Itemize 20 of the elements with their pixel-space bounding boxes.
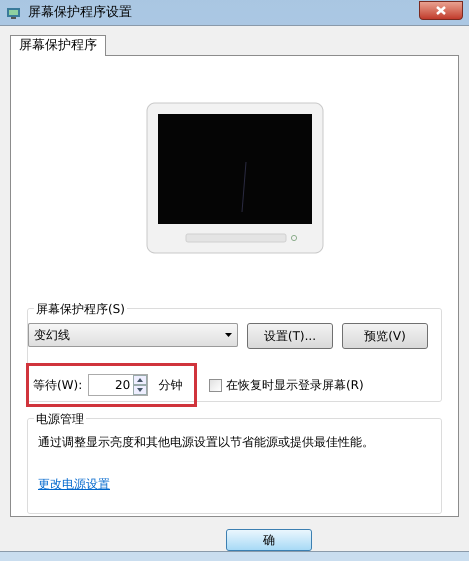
spin-up-icon[interactable] [133, 375, 148, 385]
close-button[interactable] [419, 0, 463, 20]
display-settings-icon [6, 6, 22, 20]
minutes-spinbox[interactable]: 20 [88, 374, 148, 396]
wait-label: 等待(W): [33, 377, 82, 394]
ok-button[interactable]: 确 [226, 529, 312, 551]
tab[interactable]: 屏幕保护程序 [10, 35, 106, 56]
dialog-button[interactable]: 设置(T)... [247, 323, 333, 349]
power-settings-link[interactable]: 更改电源设置 [38, 475, 110, 493]
close-icon [436, 6, 446, 14]
minutes-unit: 分钟 [158, 377, 182, 394]
spin-down-icon[interactable] [133, 385, 148, 395]
checkbox-label: 在恢复时显示登录屏幕(R) [226, 377, 364, 394]
screensaver-dropdown[interactable]: 变幻线 [28, 323, 238, 347]
dropdown-arrow-icon [225, 333, 232, 337]
checkbox[interactable] [209, 378, 222, 392]
window-title: 屏幕保护程序设置 [28, 4, 132, 22]
group-legend: 屏幕保护程序(S) [34, 300, 127, 318]
dialog-button[interactable]: 预览(V) [342, 323, 428, 349]
power-description: 通过调整显示亮度和其他电源设置以节省能源或提供最佳性能。 [38, 434, 375, 451]
